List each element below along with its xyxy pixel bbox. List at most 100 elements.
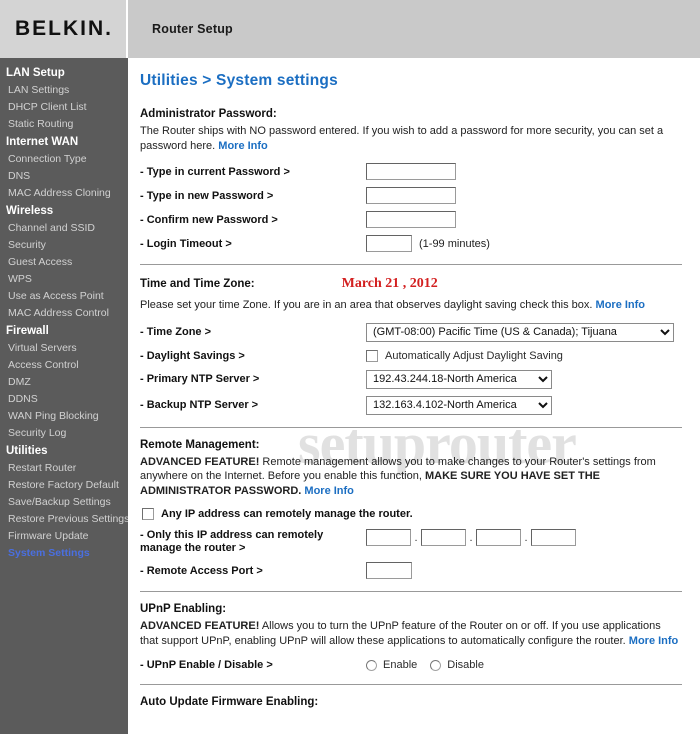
login-timeout-label: - Login Timeout > [140,237,232,250]
sidebar-group-lan-setup: LAN Setup [6,67,65,79]
remote-ip-octet-2[interactable] [421,529,466,546]
divider-after-upnp [140,684,682,685]
sidebar-item-save-backup-settings[interactable]: Save/Backup Settings [0,494,128,511]
upnp-disable-label: Disable [447,659,484,671]
remote-access-port-row: - Remote Access Port > [140,562,682,579]
sidebar-item-connection-type[interactable]: Connection Type [0,151,128,168]
upnp-enable-label: Enable [383,659,418,671]
primary-ntp-label: - Primary NTP Server > [140,373,260,385]
sidebar-item-ddns[interactable]: DDNS [0,391,128,408]
login-timeout-row: - Login Timeout > (1-99 minutes) [140,235,682,252]
confirm-password-input[interactable] [366,211,456,228]
sidebar-group-internet-wan: Internet WAN [6,136,79,148]
remote-ip-octet-1[interactable] [366,529,411,546]
remote-access-port-input[interactable] [366,562,412,579]
upnp-advanced-tag: ADVANCED FEATURE! [140,620,260,632]
remote-management-heading: Remote Management: [140,438,260,451]
sidebar-item-security-log[interactable]: Security Log [0,425,128,442]
timezone-select[interactable]: (GMT-08:00) Pacific Time (US & Canada); … [366,322,674,342]
admin-password-more-info-link[interactable]: More Info [218,140,268,152]
time-zone-more-info-link[interactable]: More Info [596,299,646,311]
daylight-savings-row: - Daylight Savings > Automatically Adjus… [140,349,682,363]
sidebar-item-channel-and-ssid[interactable]: Channel and SSID [0,220,128,237]
time-zone-description: Please set your time Zone. If you are in… [140,298,680,313]
new-password-row: - Type in new Password > [140,187,682,204]
sidebar-item-access-control[interactable]: Access Control [0,357,128,374]
belkin-logo: BELKIN. [15,17,111,41]
sidebar-group-wireless: Wireless [6,205,54,217]
remote-ip-octet-4[interactable] [531,529,576,546]
section-auto-update-firmware: Auto Update Firmware Enabling: [140,696,682,708]
only-ip-label: - Only this IP address can remotely mana… [140,529,324,554]
sidebar-item-mac-address-cloning[interactable]: MAC Address Cloning [0,185,128,202]
confirm-password-label: - Confirm new Password > [140,213,278,226]
sidebar-item-guest-access[interactable]: Guest Access [0,254,128,271]
upnp-disable-radio[interactable] [430,659,442,671]
sidebar-item-dns[interactable]: DNS [0,168,128,185]
section-administrator-password: Administrator Password: The Router ships… [140,108,682,252]
belkin-logo-text: BELKIN [14,17,106,40]
daylight-savings-checkbox[interactable] [366,349,378,362]
sidebar-item-system-settings[interactable]: System Settings [0,545,128,562]
upnp-enable-radio[interactable] [366,659,377,671]
divider-after-admin-password [140,264,682,265]
daylight-savings-checkbox-label: Automatically Adjust Daylight Saving [385,349,563,362]
daylight-savings-label: - Daylight Savings > [140,349,245,362]
sidebar-nav: LAN Setup LAN Settings DHCP Client List Sta… [0,58,129,734]
remote-ip-octet-3[interactable] [476,529,521,546]
sidebar-item-restore-previous-settings[interactable]: Restore Previous Settings [0,511,129,528]
sidebar-group-utilities: Utilities [6,445,48,457]
login-timeout-hint: (1-99 minutes) [419,237,490,250]
upnp-more-info-link[interactable]: More Info [629,635,679,647]
header-title: Router Setup [152,22,233,36]
remote-access-port-label: - Remote Access Port > [140,564,263,577]
sidebar-item-lan-settings[interactable]: LAN Settings [0,82,128,99]
admin-password-description: The Router ships with NO password entere… [140,124,680,153]
sidebar-item-restore-factory-default[interactable]: Restore Factory Default [0,477,128,494]
remote-management-more-info-link[interactable]: More Info [304,485,354,497]
confirm-password-row: - Confirm new Password > [140,211,682,228]
primary-ntp-select[interactable]: 192.43.244.18-North America [366,369,552,389]
sidebar-item-static-routing[interactable]: Static Routing [0,116,128,133]
time-heading-row: Time and Time Zone: March 21 , 2012 [140,276,682,292]
section-time-and-timezone: Time and Time Zone: March 21 , 2012 Plea… [140,276,682,415]
login-timeout-input[interactable] [366,235,412,252]
upnp-description: ADVANCED FEATURE! Allows you to turn the… [140,619,680,648]
ip-dot-1: . [414,531,418,544]
upnp-heading: UPnP Enabling: [140,603,227,615]
ip-dot-2: . [469,531,473,544]
remote-management-description: ADVANCED FEATURE! Remote management allo… [140,455,680,499]
page-title: Utilities > System settings [140,72,338,89]
time-zone-desc-text: Please set your time Zone. If you are in… [140,299,593,311]
upnp-toggle-label: - UPnP Enable / Disable > [140,659,273,671]
sidebar-item-restart-router[interactable]: Restart Router [0,460,128,477]
sidebar-item-dmz[interactable]: DMZ [0,374,128,391]
sidebar-item-use-as-access-point[interactable]: Use as Access Point [0,288,128,305]
belkin-logo-dot: . [105,17,111,40]
sidebar-item-security[interactable]: Security [0,237,128,254]
belkin-logo-panel: BELKIN. [0,0,128,58]
sidebar-item-dhcp-client-list[interactable]: DHCP Client List [0,99,128,116]
main-content: setuprouter Utilities > System settings … [128,58,700,734]
sidebar-group-firewall: Firewall [6,325,49,337]
section-remote-management: Remote Management: ADVANCED FEATURE! Rem… [140,438,682,579]
ip-dot-3: . [524,531,528,544]
backup-ntp-label: - Backup NTP Server > [140,399,259,411]
sidebar-item-wps[interactable]: WPS [0,271,128,288]
sidebar-item-firmware-update[interactable]: Firmware Update [0,528,128,545]
sidebar-item-wan-ping-blocking[interactable]: WAN Ping Blocking [0,408,128,425]
current-date-display: March 21 , 2012 [341,276,438,291]
only-ip-row: - Only this IP address can remotely mana… [140,529,682,555]
current-password-input[interactable] [366,163,456,180]
new-password-input[interactable] [366,187,456,204]
any-ip-checkbox[interactable] [142,508,154,520]
backup-ntp-select[interactable]: 132.163.4.102-North America [366,395,552,415]
divider-after-remote-management [140,591,682,592]
current-password-row: - Type in current Password > [140,163,682,180]
app-header: BELKIN. Router Setup [0,0,700,58]
sidebar-item-virtual-servers[interactable]: Virtual Servers [0,340,128,357]
auto-update-firmware-heading: Auto Update Firmware Enabling: [140,696,319,708]
sidebar-item-mac-address-control[interactable]: MAC Address Control [0,305,128,322]
upnp-toggle-row: - UPnP Enable / Disable > Enable Disable [140,658,682,672]
remote-advanced-tag: ADVANCED FEATURE! [140,455,260,468]
